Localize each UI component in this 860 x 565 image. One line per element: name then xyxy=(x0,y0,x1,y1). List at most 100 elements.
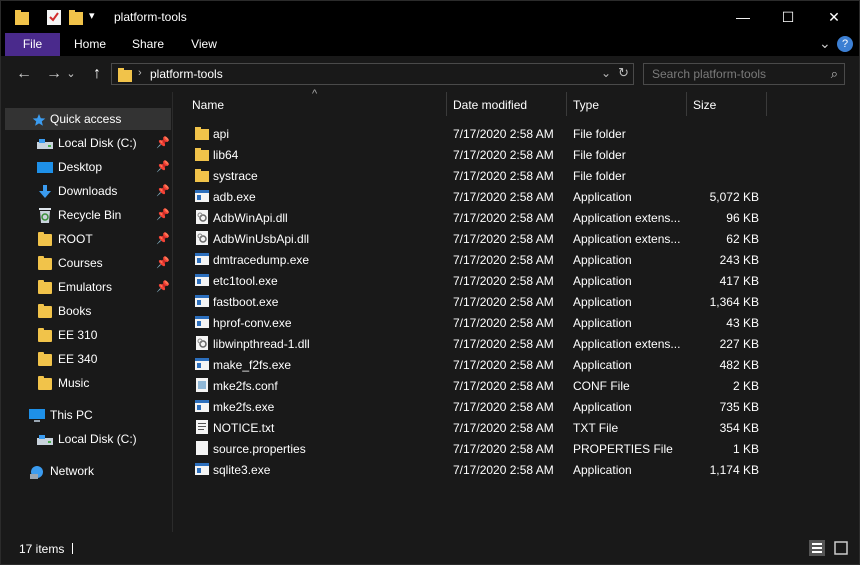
column-header-date-modified[interactable]: Date modified xyxy=(453,92,563,118)
file-date-modified: 7/17/2020 2:58 AM xyxy=(453,148,554,162)
expand-ribbon-icon[interactable]: ⌄ xyxy=(819,35,831,52)
pin-icon: 📌 xyxy=(156,161,170,173)
breadcrumb-chevron-icon[interactable]: › xyxy=(138,67,142,79)
close-button[interactable]: ✕ xyxy=(811,1,857,33)
folder-icon xyxy=(38,232,52,248)
refresh-icon[interactable]: ↻ xyxy=(618,65,629,81)
nav-item-label: Downloads xyxy=(58,184,118,198)
details-view-icon[interactable] xyxy=(809,540,825,556)
file-row[interactable]: lib64 7/17/2020 2:58 AM File folder xyxy=(191,144,791,165)
file-row[interactable]: AdbWinApi.dll 7/17/2020 2:58 AM Applicatio… xyxy=(191,207,791,228)
nav-item-emulators[interactable]: Emulators 📌 xyxy=(1,276,173,298)
search-input[interactable] xyxy=(644,64,819,84)
file-row[interactable]: NOTICE.txt 7/17/2020 2:58 AM TXT File 354 K… xyxy=(191,417,791,438)
quick-access-toolbar-dropdown[interactable]: ▾ xyxy=(89,9,95,22)
nav-item-root[interactable]: ROOT 📌 xyxy=(1,228,173,250)
nav-item-ee-340[interactable]: EE 340 xyxy=(1,348,173,370)
file-type: File folder xyxy=(573,148,626,162)
search-box: ⌕ xyxy=(643,63,845,85)
file-date-modified: 7/17/2020 2:58 AM xyxy=(453,232,554,246)
file-row[interactable]: etc1tool.exe 7/17/2020 2:58 AM Application… xyxy=(191,270,791,291)
file-size: 5,072 KB xyxy=(709,190,759,204)
maximize-button[interactable]: ☐ xyxy=(765,1,811,33)
file-type: Application xyxy=(573,358,632,372)
nav-item-ee-310[interactable]: EE 310 xyxy=(1,324,173,346)
file-row[interactable]: adb.exe 7/17/2020 2:58 AM Application 5,072… xyxy=(191,186,791,207)
nav-item-label: Emulators xyxy=(58,280,113,294)
conf-file-icon xyxy=(195,378,209,392)
file-row[interactable]: dmtracedump.exe 7/17/2020 2:58 AM Applicat… xyxy=(191,249,791,270)
file-type: File folder xyxy=(573,127,626,141)
minimize-button[interactable]: — xyxy=(720,1,766,33)
folder-icon xyxy=(38,376,52,392)
file-name: source.properties xyxy=(213,442,306,456)
column-header-type[interactable]: Type xyxy=(573,92,683,118)
desktop-icon xyxy=(37,160,53,174)
file-type: Application xyxy=(573,190,632,204)
nav-item-network[interactable]: Network xyxy=(1,460,173,482)
application-icon xyxy=(195,189,209,203)
nav-item-music[interactable]: Music xyxy=(1,372,173,394)
column-divider[interactable] xyxy=(686,92,687,116)
column-header-size[interactable]: Size xyxy=(693,92,763,118)
address-bar[interactable]: › platform-tools ⌄ ↻ xyxy=(111,63,634,85)
properties-icon[interactable] xyxy=(47,9,61,28)
nav-item-recycle-bin[interactable]: Recycle Bin 📌 xyxy=(1,204,173,226)
file-type: Application xyxy=(573,274,632,288)
explorer-window: ▾ platform-tools — ☐ ✕ File Home Share V… xyxy=(0,0,860,565)
back-button[interactable]: ← xyxy=(14,64,34,84)
nav-item-local-disk[interactable]: Local Disk (C:) 📌 xyxy=(1,132,173,154)
new-folder-icon[interactable] xyxy=(69,9,83,28)
nav-item-downloads[interactable]: Downloads 📌 xyxy=(1,180,173,202)
file-row[interactable]: AdbWinUsbApi.dll 7/17/2020 2:58 AM Applica… xyxy=(191,228,791,249)
breadcrumb[interactable]: platform-tools xyxy=(150,67,223,81)
up-button[interactable]: ↑ xyxy=(87,64,107,84)
file-name: dmtracedump.exe xyxy=(213,253,310,267)
file-type: TXT File xyxy=(573,421,619,435)
file-size: 96 KB xyxy=(726,211,759,225)
nav-item-this-pc[interactable]: This PC xyxy=(1,404,173,426)
file-row[interactable]: source.properties 7/17/2020 2:58 AM PROPER… xyxy=(191,438,791,459)
column-header-name[interactable]: Name xyxy=(192,92,442,118)
pin-icon: 📌 xyxy=(156,137,170,149)
application-icon xyxy=(195,315,209,329)
tab-share[interactable]: Share xyxy=(121,33,175,56)
column-divider[interactable] xyxy=(566,92,567,116)
nav-item-desktop[interactable]: Desktop 📌 xyxy=(1,156,173,178)
nav-item-label: Music xyxy=(58,376,90,390)
file-row[interactable]: fastboot.exe 7/17/2020 2:58 AM Application… xyxy=(191,291,791,312)
file-row[interactable]: libwinpthread-1.dll 7/17/2020 2:58 AM Appl… xyxy=(191,333,791,354)
tab-home[interactable]: Home xyxy=(63,33,117,56)
nav-item-courses[interactable]: Courses 📌 xyxy=(1,252,173,274)
nav-item-local-disk-c[interactable]: Local Disk (C:) xyxy=(1,428,173,450)
file-type: Application xyxy=(573,253,632,267)
recent-locations-button[interactable]: ⌄ xyxy=(65,64,77,84)
column-divider[interactable] xyxy=(446,92,447,116)
address-dropdown-icon[interactable]: ⌄ xyxy=(601,66,611,80)
file-row[interactable]: hprof-conv.exe 7/17/2020 2:58 AM Applicati… xyxy=(191,312,791,333)
file-row[interactable]: mke2fs.exe 7/17/2020 2:58 AM Application 73… xyxy=(191,396,791,417)
forward-button[interactable]: → xyxy=(44,64,64,84)
file-date-modified: 7/17/2020 2:58 AM xyxy=(453,316,554,330)
file-row[interactable]: make_f2fs.exe 7/17/2020 2:58 AM Applicatio… xyxy=(191,354,791,375)
file-size: 417 KB xyxy=(719,274,759,288)
file-size: 1 KB xyxy=(732,442,759,456)
search-icon[interactable]: ⌕ xyxy=(831,66,838,82)
dll-icon xyxy=(195,210,209,224)
file-row[interactable]: systrace 7/17/2020 2:58 AM File folder xyxy=(191,165,791,186)
file-date-modified: 7/17/2020 2:58 AM xyxy=(453,379,554,393)
tab-file[interactable]: File xyxy=(5,33,60,56)
file-row[interactable]: mke2fs.conf 7/17/2020 2:58 AM CONF File 2 K… xyxy=(191,375,791,396)
file-name: AdbWinUsbApi.dll xyxy=(213,232,310,246)
tab-view[interactable]: View xyxy=(177,33,231,56)
file-row[interactable]: sqlite3.exe 7/17/2020 2:58 AM Application 1… xyxy=(191,459,791,480)
column-divider[interactable] xyxy=(766,92,767,116)
ribbon-tabs: File Home Share View ⌄ ? xyxy=(1,33,859,56)
nav-item-books[interactable]: Books xyxy=(1,300,173,322)
help-icon[interactable]: ? xyxy=(837,36,853,52)
file-type: Application xyxy=(573,400,632,414)
large-icons-view-icon[interactable] xyxy=(833,540,849,556)
file-name: make_f2fs.exe xyxy=(213,358,292,372)
nav-item-quick-access[interactable]: Quick access xyxy=(5,108,171,130)
file-row[interactable]: api 7/17/2020 2:58 AM File folder xyxy=(191,123,791,144)
